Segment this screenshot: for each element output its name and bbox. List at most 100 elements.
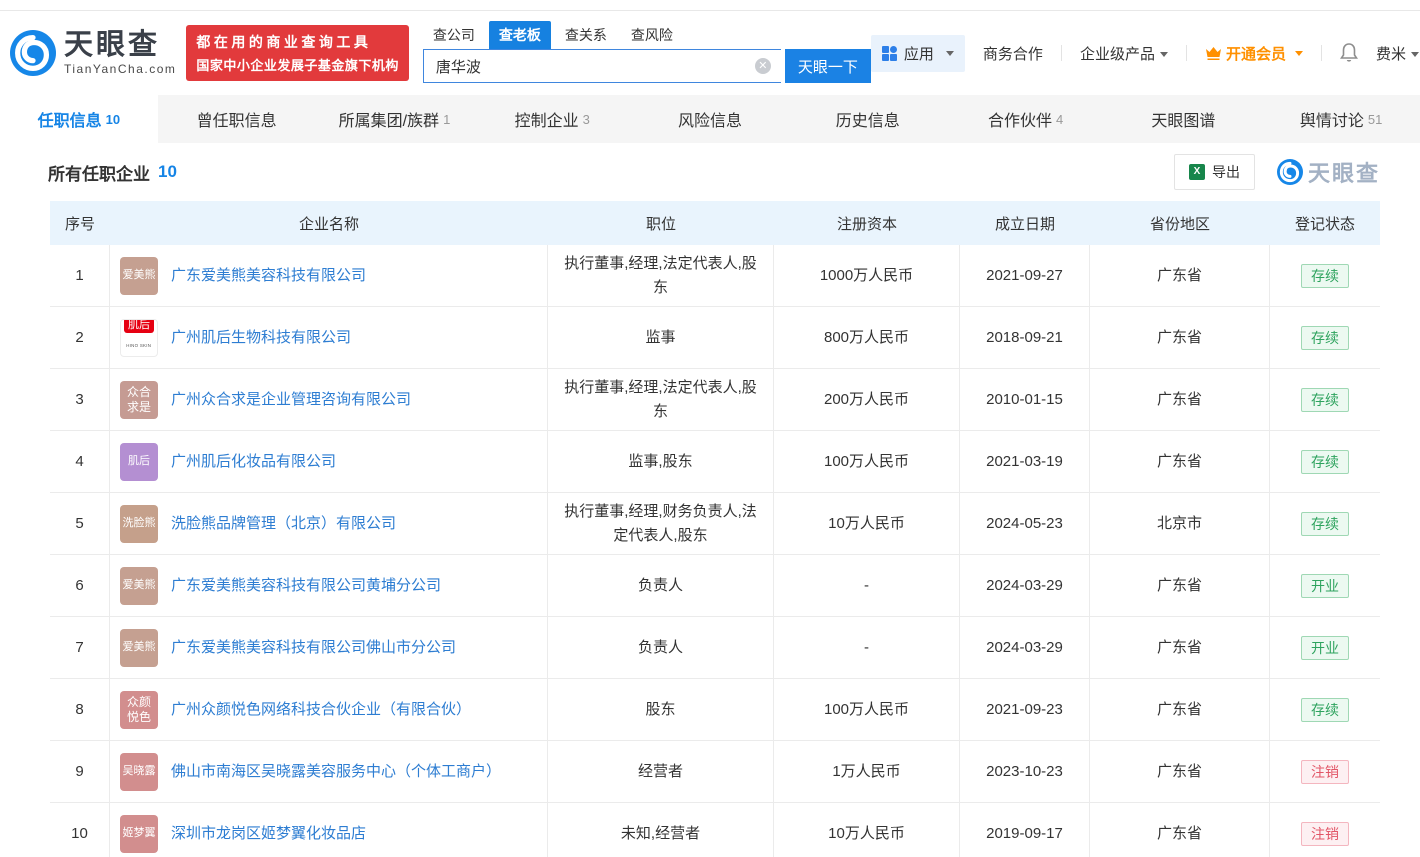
company-link[interactable]: 广东爱美熊美容科技有限公司 — [171, 265, 366, 287]
search-button[interactable]: 天眼一下 — [785, 49, 871, 83]
logo-text: 肌后 — [128, 454, 150, 469]
divider — [1186, 45, 1187, 61]
search-box: 查公司查老板查关系查风险 ✕ 天眼一下 — [423, 23, 871, 83]
search-tab-查公司[interactable]: 查公司 — [423, 21, 485, 49]
company-logo: 爱美熊 — [120, 257, 158, 295]
watermark-logo: 天眼查 — [1277, 156, 1380, 188]
row-index: 9 — [50, 741, 110, 802]
site-logo[interactable]: 天眼查 TianYanCha.com — [10, 30, 176, 76]
row-index: 4 — [50, 431, 110, 492]
tab-舆情讨论[interactable]: 舆情讨论51 — [1262, 95, 1420, 143]
capital-cell: 100万人民币 — [774, 431, 960, 492]
company-link[interactable]: 深圳市龙岗区姬梦翼化妆品店 — [171, 823, 366, 845]
established-date-cell: 2019-09-17 — [960, 803, 1090, 857]
established-date-cell: 2021-09-23 — [960, 679, 1090, 740]
tab-label: 天眼图谱 — [1151, 107, 1215, 131]
brand-title: 天眼查 — [64, 30, 176, 60]
chevron-down-icon — [946, 51, 954, 56]
province-cell: 广东省 — [1090, 431, 1270, 492]
tab-label: 风险信息 — [678, 107, 742, 131]
positions-table: 序号企业名称职位注册资本成立日期省份地区登记状态 1爱美熊广东爱美熊美容科技有限… — [50, 201, 1380, 857]
company-logo: 吴晓露 — [120, 753, 158, 791]
company-link[interactable]: 佛山市南海区吴晓露美容服务中心（个体工商户） — [171, 761, 501, 783]
notification-bell-icon[interactable] — [1340, 43, 1358, 63]
company-logo: 肌后 — [120, 443, 158, 481]
search-tab-查关系[interactable]: 查关系 — [555, 21, 617, 49]
status-badge: 开业 — [1301, 574, 1349, 598]
search-tab-查风险[interactable]: 查风险 — [621, 21, 683, 49]
company-link[interactable]: 广州肌后生物科技有限公司 — [171, 327, 351, 349]
nav-cooperation-link[interactable]: 商务合作 — [983, 43, 1043, 64]
section-header: 所有任职企业 10 X 导出 天眼查 — [0, 143, 1420, 201]
company-link[interactable]: 广州肌后化妆品有限公司 — [171, 451, 336, 473]
logo-text: 姬梦翼 — [123, 826, 156, 841]
status-cell: 开业 — [1270, 555, 1380, 616]
tab-历史信息[interactable]: 历史信息 — [789, 95, 947, 143]
tab-任职信息[interactable]: 任职信息10 — [0, 95, 158, 143]
company-logo: 洗脸熊 — [120, 505, 158, 543]
tab-合作伙伴[interactable]: 合作伙伴4 — [947, 95, 1105, 143]
export-button[interactable]: X 导出 — [1174, 154, 1255, 190]
table-row: 2肌后HINO SKIN广州肌后生物科技有限公司监事800万人民币2018-09… — [50, 307, 1380, 369]
company-link[interactable]: 广州众颜悦色网络科技合伙企业（有限合伙） — [171, 699, 471, 721]
company-cell: 肌后 HINO SKIN 广州肌后生物科技有限公司 — [110, 307, 548, 368]
section-count: 10 — [158, 162, 177, 182]
capital-cell: 100万人民币 — [774, 679, 960, 740]
capital-cell: 1000万人民币 — [774, 245, 960, 306]
excel-icon: X — [1189, 164, 1205, 180]
apps-menu-button[interactable]: 应用 — [871, 35, 965, 72]
established-date-cell: 2024-03-29 — [960, 555, 1090, 616]
row-index: 8 — [50, 679, 110, 740]
position-cell: 监事,股东 — [548, 431, 774, 492]
company-logo: 肌后 HINO SKIN — [120, 319, 158, 357]
search-tab-查老板[interactable]: 查老板 — [489, 21, 551, 49]
logo-text: 肌后 — [124, 319, 154, 333]
nav-enterprise-link[interactable]: 企业级产品 — [1080, 43, 1168, 64]
table-row: 6爱美熊广东爱美熊美容科技有限公司黄埔分公司负责人-2024-03-29广东省开… — [50, 555, 1380, 617]
logo-text: 爱美熊 — [123, 640, 156, 655]
province-cell: 广东省 — [1090, 617, 1270, 678]
company-cell: 爱美熊广东爱美熊美容科技有限公司黄埔分公司 — [110, 555, 548, 616]
search-input[interactable] — [423, 49, 781, 83]
company-link[interactable]: 洗脸熊品牌管理（北京）有限公司 — [171, 513, 396, 535]
column-header-成立日期: 成立日期 — [960, 213, 1090, 234]
company-cell: 爱美熊广东爱美熊美容科技有限公司 — [110, 245, 548, 306]
company-link[interactable]: 广州众合求是企业管理咨询有限公司 — [171, 389, 411, 411]
tab-所属集团/族群[interactable]: 所属集团/族群1 — [316, 95, 474, 143]
capital-cell: 800万人民币 — [774, 307, 960, 368]
capital-cell: 10万人民币 — [774, 803, 960, 857]
status-cell: 存续 — [1270, 493, 1380, 554]
clear-search-icon[interactable]: ✕ — [755, 58, 771, 74]
province-cell: 广东省 — [1090, 245, 1270, 306]
tab-count: 4 — [1056, 112, 1063, 127]
apps-label: 应用 — [904, 43, 934, 64]
tab-控制企业[interactable]: 控制企业3 — [473, 95, 631, 143]
company-link[interactable]: 广东爱美熊美容科技有限公司黄埔分公司 — [171, 575, 441, 597]
tab-风险信息[interactable]: 风险信息 — [631, 95, 789, 143]
established-date-cell: 2023-10-23 — [960, 741, 1090, 802]
logo-text: 求是 — [127, 400, 151, 415]
vip-upgrade-link[interactable]: 开通会员 — [1205, 43, 1303, 64]
company-cell: 众合求是 广州众合求是企业管理咨询有限公司 — [110, 369, 548, 430]
status-cell: 开业 — [1270, 617, 1380, 678]
tab-count: 3 — [583, 112, 590, 127]
company-logo: 姬梦翼 — [120, 815, 158, 853]
status-badge: 开业 — [1301, 636, 1349, 660]
tab-曾任职信息[interactable]: 曾任职信息 — [158, 95, 316, 143]
tab-天眼图谱[interactable]: 天眼图谱 — [1104, 95, 1262, 143]
user-menu[interactable]: 费米 — [1376, 43, 1419, 64]
status-cell: 存续 — [1270, 679, 1380, 740]
company-link[interactable]: 广东爱美熊美容科技有限公司佛山市分公司 — [171, 637, 456, 659]
header-nav: 应用 商务合作 企业级产品 开通会员 费米 — [871, 35, 1419, 72]
logo-text: 洗脸熊 — [123, 516, 156, 531]
logo-text: 众合 — [127, 385, 151, 400]
tab-count: 1 — [443, 112, 450, 127]
position-cell: 执行董事,经理,法定代表人,股东 — [548, 245, 774, 306]
table-body: 1爱美熊广东爱美熊美容科技有限公司执行董事,经理,法定代表人,股东1000万人民… — [50, 245, 1380, 857]
divider — [1321, 45, 1322, 61]
position-cell: 负责人 — [548, 555, 774, 616]
site-header: 天眼查 TianYanCha.com 都在用的商业查询工具 国家中小企业发展子基… — [0, 11, 1420, 95]
capital-cell: - — [774, 555, 960, 616]
logo-subtext: HINO SKIN — [127, 339, 152, 352]
column-header-职位: 职位 — [548, 213, 774, 234]
